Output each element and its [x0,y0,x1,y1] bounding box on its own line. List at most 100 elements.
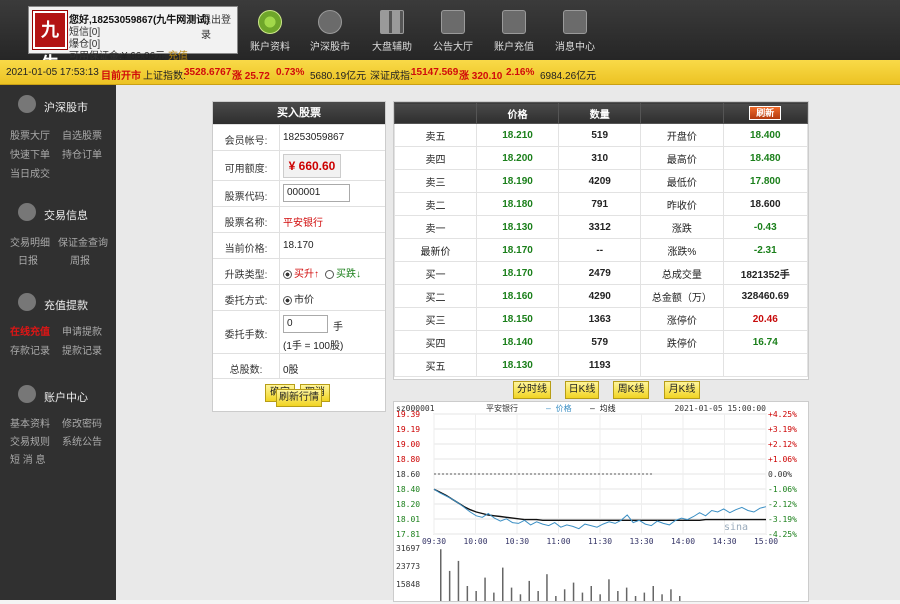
y-tick-label: 19.39 [396,410,420,419]
gear-icon [18,385,36,403]
sidebar-item-trade-detail[interactable]: 交易明细 [10,234,50,249]
quote-qty: 1363 [558,307,642,331]
sidebar-item-margin-query[interactable]: 保证金查询 [58,234,108,249]
pct-tick-label: +3.19% [768,425,797,434]
quote-stat-value: 18.400 [722,123,809,147]
quote-stat-value: -0.43 [722,215,809,239]
total-row: 总股数: 0股 [213,353,385,378]
quote-stat-value [722,353,809,377]
quote-stat-label: 最高价 [640,146,724,170]
refresh-quote-button[interactable]: 刷新行情 [276,389,322,407]
sidebar-item-watchlist[interactable]: 自选股票 [62,127,102,142]
nav-market-assist[interactable]: 大盘辅助 [362,6,422,56]
volume-bar [502,567,504,601]
chart-datetime: 2021-01-05 15:00:00 [674,404,766,413]
quote-stat-label: 总成交量 [640,261,724,285]
sidebar-item-deposit-records[interactable]: 存款记录 [10,342,50,357]
sidebar-section-account-center[interactable]: 账户中心 [0,383,116,405]
nav-recharge[interactable]: 账户充值 [484,6,544,56]
sz-index-amount: 6984.26亿元 [540,71,597,82]
sidebar-item-withdraw-records[interactable]: 提款记录 [62,342,102,357]
market-price-radio[interactable]: 市价 [283,291,314,306]
sidebar-item-weekly-report[interactable]: 周报 [70,252,90,267]
quote-level-label: 买一 [394,261,477,285]
sidebar-item-daily-report[interactable]: 日报 [18,252,38,267]
quote-stat-value: -2.31 [722,238,809,262]
intraday-chart-svg: sz000001 平安银行 — 价格 — 均线 2021-01-05 15:00:001… [396,403,797,601]
quantity-input[interactable]: 0 [283,315,328,333]
nav-message-center[interactable]: 消息中心 [545,6,605,56]
main-content: 买入股票 会员帐号: 18253059867 可用额度: ¥ 660.60 股票… [116,85,900,602]
quote-row: 卖二 18.180 791 昨收价 18.600 [394,192,809,216]
qty-header: 数量 [558,102,642,124]
pct-tick-label: +2.12% [768,440,797,449]
sidebar-section-stock-market[interactable]: 沪深股市 [0,93,116,115]
sidebar-item-profile[interactable]: 基本资料 [10,415,50,430]
sidebar-item-apply-withdraw[interactable]: 申请提款 [62,323,102,338]
sz-index-label: 深证成指: [370,71,413,82]
quote-table: 价格 数量 刷新 卖五 18.210 519 开盘价 18.400 卖四 18.200 310… [394,102,809,377]
quote-price: 18.210 [475,123,560,147]
price-row: 当前价格: 18.170 [213,232,385,258]
sidebar-item-today-deals[interactable]: 当日成交 [10,165,50,180]
nav-announcements[interactable]: 公告大厅 [423,6,483,56]
sh-index-value: 3528.6767 [184,67,232,78]
sidebar-item-trade-rules[interactable]: 交易规则 [10,433,50,448]
volume-bar [572,582,575,601]
sh-index-label: 上证指数: [143,71,186,82]
x-tick-label: 14:30 [712,537,736,546]
refresh-quote-tag[interactable]: 刷新 [749,106,782,120]
x-tick-label: 09:30 [422,537,446,546]
site-logo: 九牛 [33,11,67,74]
tab-weekly-k[interactable]: 周K线 [613,381,649,399]
tab-monthly-k[interactable]: 月K线 [664,381,700,399]
market-status: 目前开市 [101,71,141,82]
y-tick-label: 18.40 [396,485,420,494]
y-tick-label: 17.81 [396,530,420,539]
quote-level-label: 买二 [394,284,477,308]
tab-daily-k[interactable]: 日K线 [565,381,599,399]
y-tick-label: 18.01 [396,515,420,524]
sidebar-section-deposit-withdraw[interactable]: 充值提款 [0,291,116,313]
volume-bar [670,589,672,601]
sidebar-item-announcements[interactable]: 系统公告 [62,433,102,448]
tab-intraday[interactable]: 分时线 [513,381,551,399]
volume-bar [448,570,451,601]
quote-stat-label: 总金额（万） [640,284,724,308]
quote-level-label: 卖二 [394,192,477,216]
sidebar-item-quick-order[interactable]: 快速下单 [10,146,50,161]
pct-tick-label: +4.25% [768,410,797,419]
name-row: 股票名称: 平安银行 [213,206,385,232]
sidebar-item-positions[interactable]: 持仓订单 [62,146,102,161]
quote-stat-value: 18.600 [722,192,809,216]
quote-level-label: 买四 [394,330,477,354]
sidebar-item-change-password[interactable]: 修改密码 [62,415,102,430]
sidebar-section-trade-info[interactable]: 交易信息 [0,201,116,223]
qty-unit: 手 [333,322,343,333]
inbox-icon [441,10,465,34]
x-tick-label: 11:00 [546,537,570,546]
y-tick-label: 19.19 [396,425,420,434]
vol-tick-label: 15848 [396,580,420,589]
sidebar-item-messages[interactable]: 短 消 息 [10,451,46,466]
buy-panel-title: 买入股票 [213,102,385,124]
nav-stock-market[interactable]: 沪深股市 [300,6,360,56]
buy-up-radio[interactable]: 买升↑ [283,265,319,280]
volume-bar [440,549,442,601]
logout-link[interactable]: 退出登录 [201,11,237,41]
volume-bar [466,586,469,601]
chart-legend-avg: — 均线 [590,403,616,413]
available-row: 可用额度: ¥ 660.60 [213,150,385,180]
quote-level-label: 卖三 [394,169,477,193]
quote-price: 18.180 [475,192,560,216]
stock-code-input[interactable]: 000001 [283,184,350,202]
phone-icon [563,10,587,34]
quote-level-label: 卖四 [394,146,477,170]
nav-account-info[interactable]: 账户资料 [240,6,300,56]
vol-tick-label: 23773 [396,562,420,571]
buy-down-radio[interactable]: 买跌↓ [325,265,361,280]
sidebar-item-stock-hall[interactable]: 股票大厅 [10,127,50,142]
sidebar-item-online-recharge[interactable]: 在线充值 [10,323,50,338]
gear-icon [258,10,282,34]
quote-level-label: 最新价 [394,238,477,262]
